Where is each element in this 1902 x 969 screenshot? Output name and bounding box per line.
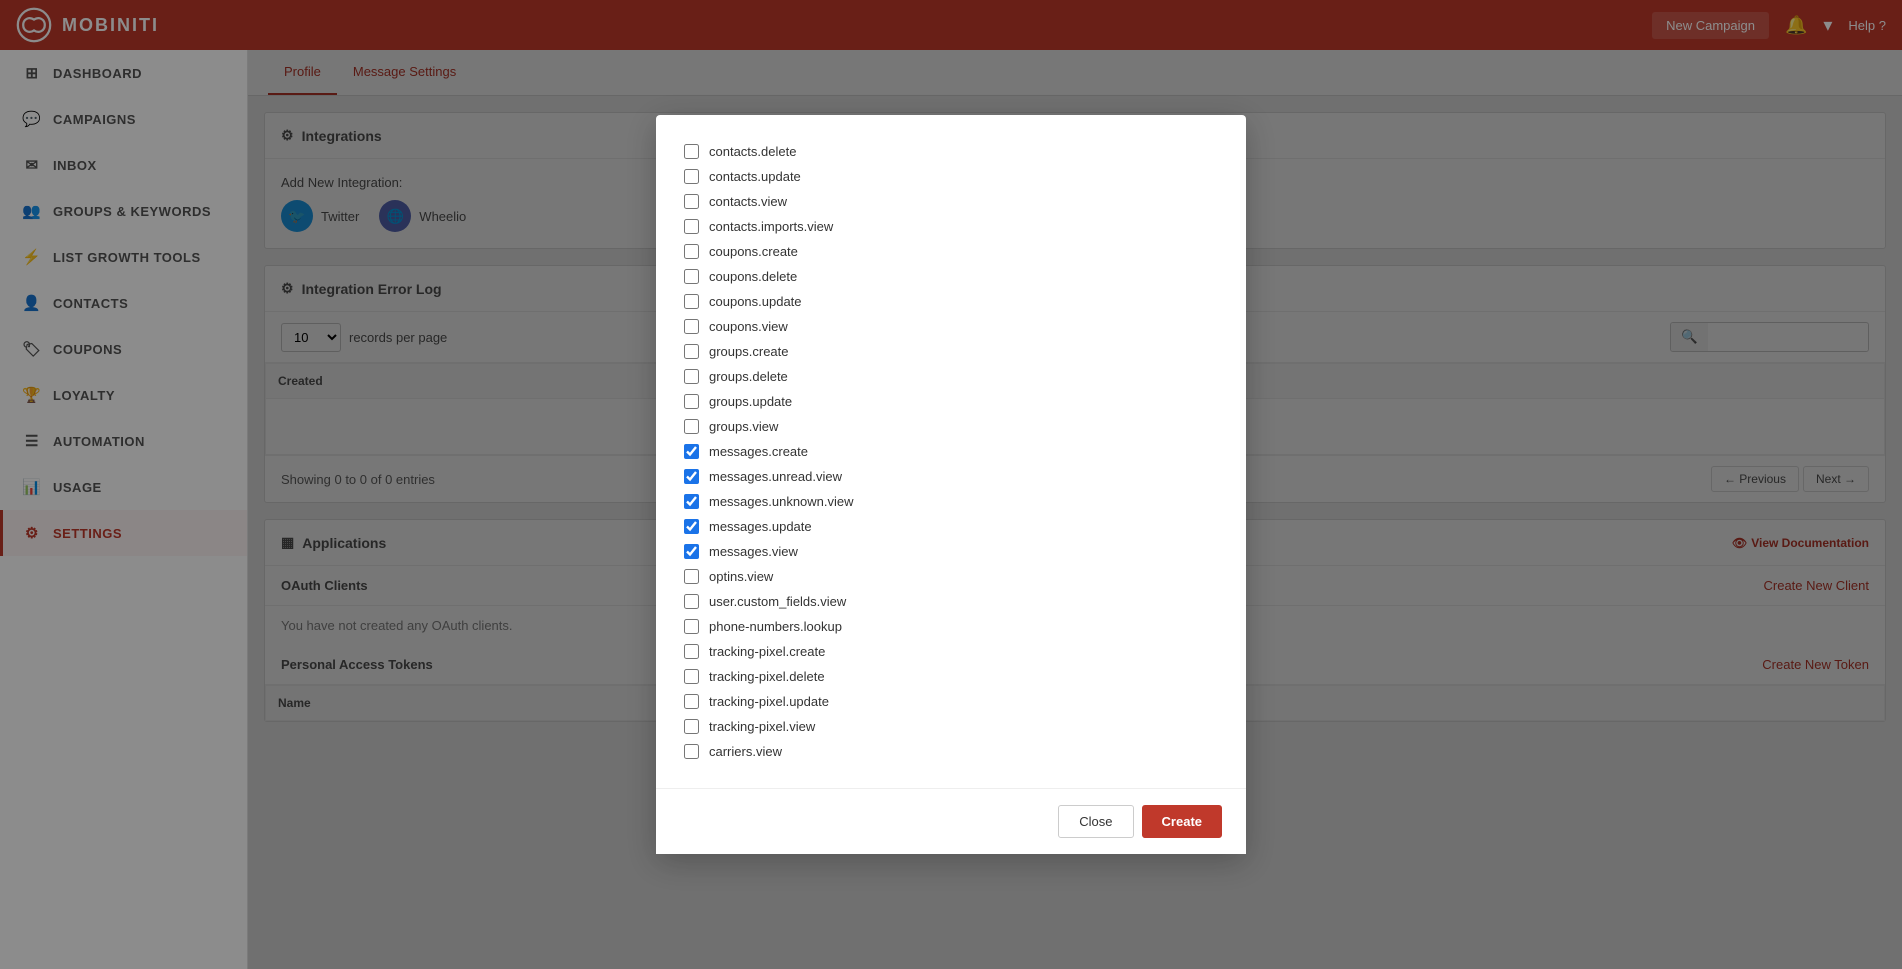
permission-checkbox-coupons.view[interactable] (684, 319, 699, 334)
permission-item-groups.update: groups.update (684, 389, 1218, 414)
permission-checkbox-coupons.update[interactable] (684, 294, 699, 309)
permission-label-user.custom_fields.view: user.custom_fields.view (709, 594, 846, 609)
modal-body: contacts.delete contacts.update contacts… (656, 115, 1246, 788)
permission-item-coupons.delete: coupons.delete (684, 264, 1218, 289)
permissions-modal: contacts.delete contacts.update contacts… (656, 115, 1246, 854)
permission-label-groups.create: groups.create (709, 344, 789, 359)
permission-checkbox-messages.view[interactable] (684, 544, 699, 559)
permission-checkbox-groups.delete[interactable] (684, 369, 699, 384)
permission-item-coupons.create: coupons.create (684, 239, 1218, 264)
permission-item-groups.view: groups.view (684, 414, 1218, 439)
permission-item-messages.view: messages.view (684, 539, 1218, 564)
permission-label-messages.create: messages.create (709, 444, 808, 459)
permission-label-messages.unknown.view: messages.unknown.view (709, 494, 854, 509)
permission-item-tracking-pixel.delete: tracking-pixel.delete (684, 664, 1218, 689)
permission-checkbox-messages.unread.view[interactable] (684, 469, 699, 484)
permission-checkbox-phone-numbers.lookup[interactable] (684, 619, 699, 634)
permission-label-messages.update: messages.update (709, 519, 812, 534)
permission-item-messages.unread.view: messages.unread.view (684, 464, 1218, 489)
permission-item-optins.view: optins.view (684, 564, 1218, 589)
permission-label-contacts.view: contacts.view (709, 194, 787, 209)
permission-item-contacts.view: contacts.view (684, 189, 1218, 214)
permission-item-coupons.update: coupons.update (684, 289, 1218, 314)
permission-label-contacts.update: contacts.update (709, 169, 801, 184)
permission-label-coupons.create: coupons.create (709, 244, 798, 259)
permission-checkbox-coupons.create[interactable] (684, 244, 699, 259)
permission-checkbox-optins.view[interactable] (684, 569, 699, 584)
permission-checkbox-messages.unknown.view[interactable] (684, 494, 699, 509)
modal-overlay[interactable]: contacts.delete contacts.update contacts… (0, 0, 1902, 969)
permission-item-carriers.view: carriers.view (684, 739, 1218, 764)
permission-item-phone-numbers.lookup: phone-numbers.lookup (684, 614, 1218, 639)
permission-checkbox-user.custom_fields.view[interactable] (684, 594, 699, 609)
permission-label-phone-numbers.lookup: phone-numbers.lookup (709, 619, 842, 634)
permission-checkbox-tracking-pixel.view[interactable] (684, 719, 699, 734)
permission-label-coupons.update: coupons.update (709, 294, 802, 309)
permission-item-coupons.view: coupons.view (684, 314, 1218, 339)
permission-label-optins.view: optins.view (709, 569, 773, 584)
permission-item-groups.delete: groups.delete (684, 364, 1218, 389)
permission-item-messages.unknown.view: messages.unknown.view (684, 489, 1218, 514)
permission-label-tracking-pixel.create: tracking-pixel.create (709, 644, 825, 659)
permission-checkbox-contacts.view[interactable] (684, 194, 699, 209)
permission-label-coupons.view: coupons.view (709, 319, 788, 334)
permission-label-groups.update: groups.update (709, 394, 792, 409)
permission-item-user.custom_fields.view: user.custom_fields.view (684, 589, 1218, 614)
permission-label-messages.unread.view: messages.unread.view (709, 469, 842, 484)
permission-checkbox-groups.update[interactable] (684, 394, 699, 409)
permission-item-messages.create: messages.create (684, 439, 1218, 464)
permission-label-messages.view: messages.view (709, 544, 798, 559)
permission-checkbox-contacts.update[interactable] (684, 169, 699, 184)
permission-label-tracking-pixel.update: tracking-pixel.update (709, 694, 829, 709)
permission-checkbox-tracking-pixel.create[interactable] (684, 644, 699, 659)
permission-item-messages.update: messages.update (684, 514, 1218, 539)
permission-item-contacts.imports.view: contacts.imports.view (684, 214, 1218, 239)
permission-label-groups.view: groups.view (709, 419, 778, 434)
modal-footer: Close Create (656, 788, 1246, 854)
permission-label-coupons.delete: coupons.delete (709, 269, 797, 284)
permission-checkbox-groups.view[interactable] (684, 419, 699, 434)
permission-item-tracking-pixel.update: tracking-pixel.update (684, 689, 1218, 714)
permission-item-groups.create: groups.create (684, 339, 1218, 364)
close-button[interactable]: Close (1058, 805, 1133, 838)
create-button[interactable]: Create (1142, 805, 1222, 838)
permission-checkbox-tracking-pixel.delete[interactable] (684, 669, 699, 684)
permission-checkbox-groups.create[interactable] (684, 344, 699, 359)
permission-label-tracking-pixel.delete: tracking-pixel.delete (709, 669, 825, 684)
permission-checkbox-messages.create[interactable] (684, 444, 699, 459)
permission-checkbox-tracking-pixel.update[interactable] (684, 694, 699, 709)
permission-item-tracking-pixel.view: tracking-pixel.view (684, 714, 1218, 739)
permission-label-groups.delete: groups.delete (709, 369, 788, 384)
permission-item-tracking-pixel.create: tracking-pixel.create (684, 639, 1218, 664)
permission-item-contacts.delete: contacts.delete (684, 139, 1218, 164)
permission-checkbox-coupons.delete[interactable] (684, 269, 699, 284)
permission-label-carriers.view: carriers.view (709, 744, 782, 759)
permission-label-contacts.imports.view: contacts.imports.view (709, 219, 833, 234)
permission-label-tracking-pixel.view: tracking-pixel.view (709, 719, 815, 734)
permission-item-contacts.update: contacts.update (684, 164, 1218, 189)
permission-checkbox-contacts.imports.view[interactable] (684, 219, 699, 234)
permission-checkbox-contacts.delete[interactable] (684, 144, 699, 159)
permission-checkbox-messages.update[interactable] (684, 519, 699, 534)
permission-checkbox-carriers.view[interactable] (684, 744, 699, 759)
permission-label-contacts.delete: contacts.delete (709, 144, 796, 159)
